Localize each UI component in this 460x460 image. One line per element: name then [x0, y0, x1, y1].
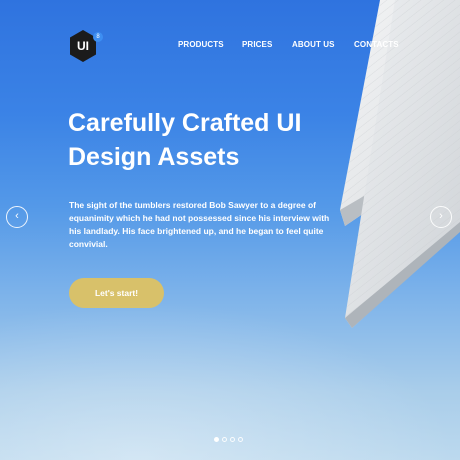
carousel-dot[interactable] [230, 437, 235, 442]
lets-start-button[interactable]: Let's start! [69, 278, 164, 308]
main-nav: PRODUCTS PRICES ABOUT US CONTACTS [0, 40, 460, 52]
carousel-next-button[interactable]: › [430, 206, 452, 228]
carousel-dot[interactable] [214, 437, 219, 442]
chevron-right-icon: › [439, 210, 443, 222]
nav-item-prices[interactable]: PRICES [242, 40, 272, 49]
hero-description: The sight of the tumblers restored Bob S… [69, 200, 330, 249]
nav-item-contacts[interactable]: CONTACTS [354, 40, 399, 49]
carousel-dot[interactable] [222, 437, 227, 442]
chevron-left-icon: ‹ [15, 210, 19, 222]
hero-slider: UI 8 PRODUCTS PRICES ABOUT US CONTACTS C… [0, 0, 460, 460]
carousel-dot[interactable] [238, 437, 243, 442]
hero-headline: Carefully Crafted UI Design Assets [68, 109, 302, 171]
carousel-prev-button[interactable]: ‹ [6, 206, 28, 228]
nav-item-products[interactable]: PRODUCTS [178, 40, 224, 49]
nav-item-about-us[interactable]: ABOUT US [292, 40, 335, 49]
